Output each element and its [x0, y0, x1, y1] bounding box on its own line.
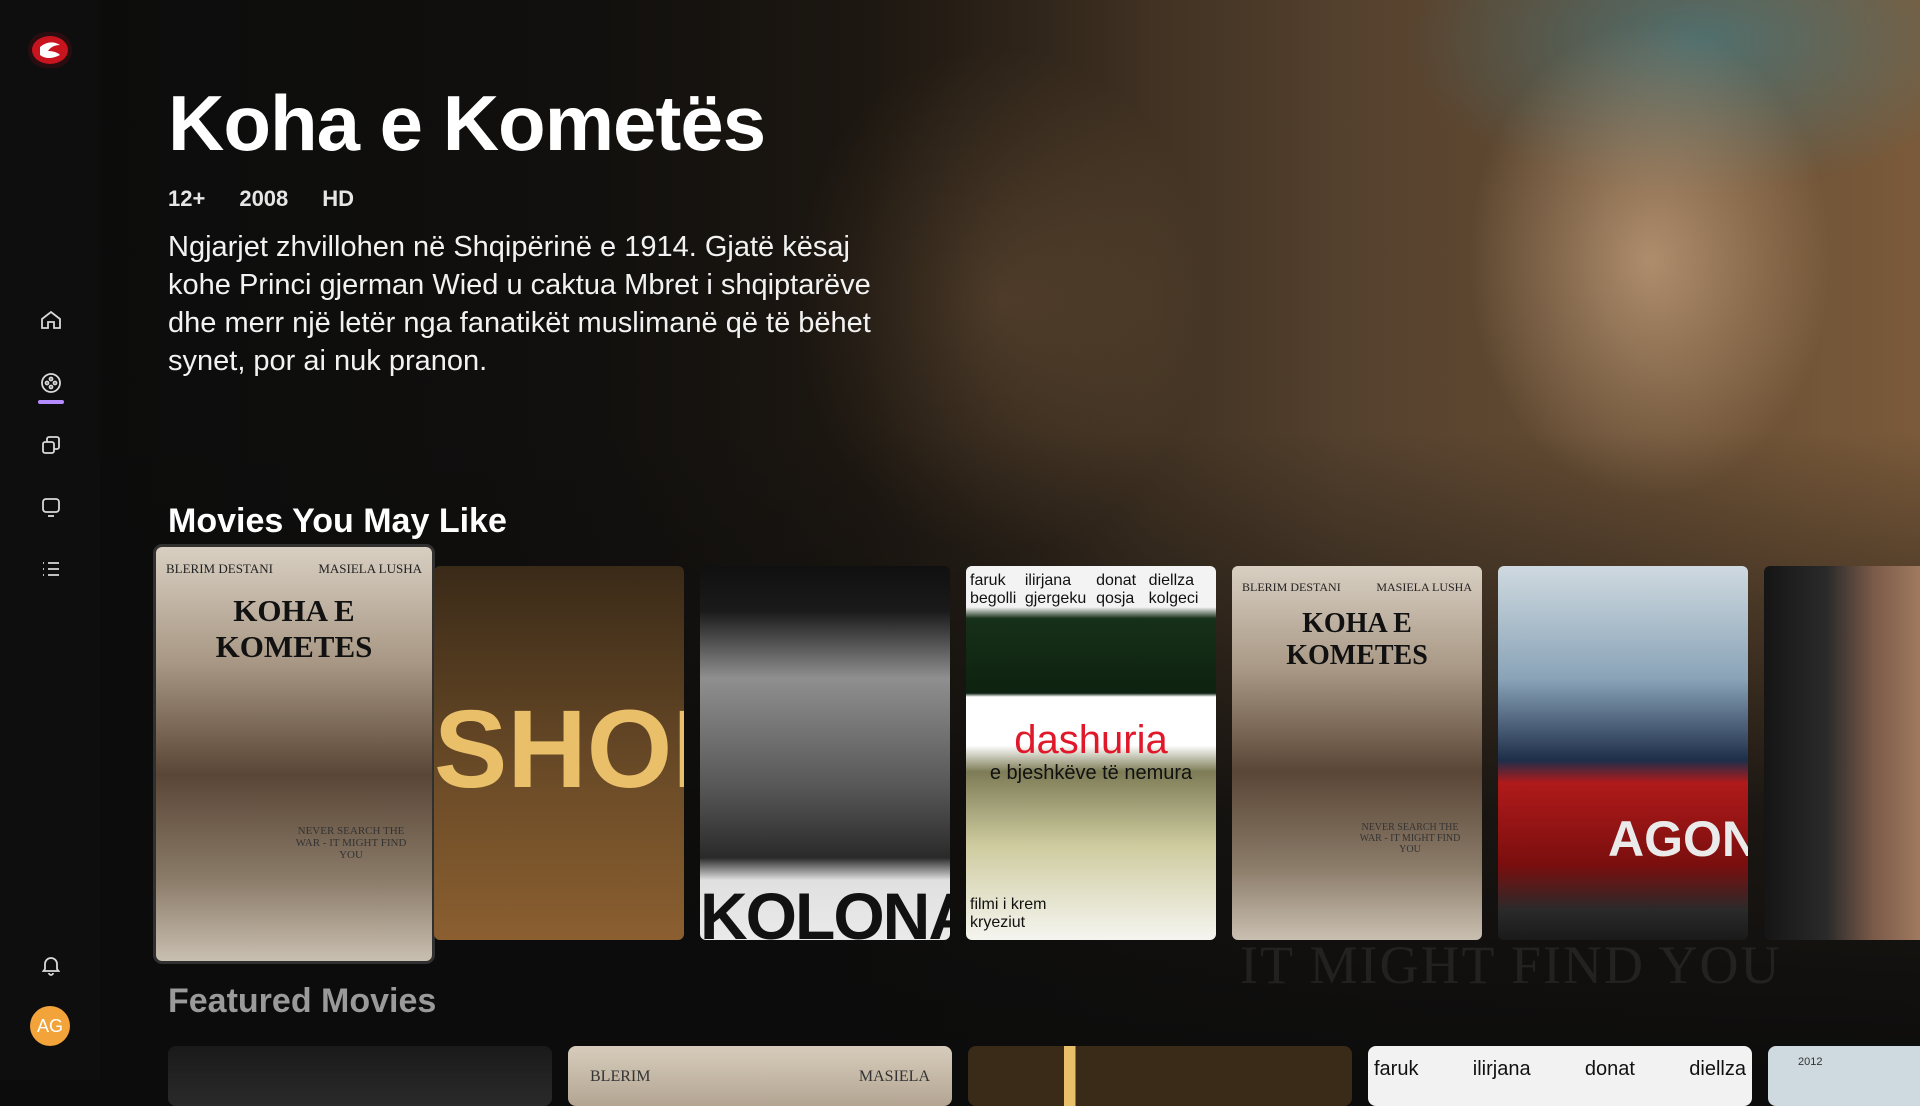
featured-poster-card[interactable] [168, 1046, 552, 1106]
movies-icon [41, 373, 61, 393]
poster-title: KOLONA [700, 879, 950, 940]
poster-credit: BLERIM DESTANI [166, 561, 273, 576]
poster-card[interactable]: AGON [1498, 566, 1748, 940]
poster-credit: MASIELA LUSHA [318, 561, 422, 576]
poster-title: KOHA E KOMETES [1286, 608, 1428, 671]
release-year: 2008 [239, 186, 289, 211]
notifications-button[interactable] [36, 950, 66, 980]
poster-card[interactable]: KOLONA [700, 566, 950, 940]
home-icon [41, 310, 61, 329]
poster-credit: MASIELA [858, 1068, 930, 1085]
user-avatar[interactable]: AG [30, 1006, 70, 1046]
sidebar-item-list[interactable] [36, 554, 66, 584]
sidebar: AG [0, 0, 100, 1080]
active-nav-indicator [38, 400, 64, 404]
poster-card[interactable]: BLERIM DESTANI MASIELA LUSHA KOHA E KOME… [156, 547, 432, 961]
poster-credit: MASIELA LUSHA [1376, 580, 1472, 594]
bell-icon [41, 957, 61, 976]
row-title-featured-movies: Featured Movies [168, 982, 437, 1020]
poster-credit: donat qosja [1096, 572, 1137, 607]
featured-poster-card[interactable]: faruk ilirjana donat diellza [1368, 1046, 1752, 1106]
list-icon [43, 562, 59, 576]
poster-title: KOHA E KOMETES [215, 593, 373, 664]
poster-tagline: NEVER SEARCH THE WAR - IT MIGHT FIND YOU [1359, 822, 1461, 855]
series-icon [42, 436, 60, 454]
logo-icon [32, 36, 68, 64]
app-logo[interactable] [28, 32, 72, 68]
poster-card[interactable]: BLERIM DESTANI MASIELA LUSHA KOHA E KOME… [1232, 566, 1482, 940]
poster-credit: faruk [1374, 1058, 1419, 1080]
quality-badge: HD [322, 186, 355, 211]
featured-poster-card[interactable] [968, 1046, 1352, 1106]
poster-title: SHOK [434, 688, 684, 811]
sidebar-item-home[interactable] [36, 305, 66, 335]
row-title-movies-you-may-like: Movies You May Like [168, 502, 507, 540]
poster-card[interactable]: SHOK [434, 566, 684, 940]
poster-credit: diellza kolgeci [1148, 572, 1199, 607]
poster-title: dashuria [1014, 718, 1168, 762]
poster-card[interactable]: faruk begolli ilirjana gjergeku donat qo… [966, 566, 1216, 940]
sidebar-item-movies[interactable] [36, 368, 66, 398]
featured-poster-card[interactable]: BLERIM MASIELA [568, 1046, 952, 1106]
poster-year: 2012 [1798, 1056, 1823, 1068]
poster-credit: ilirjana [1472, 1058, 1531, 1080]
poster-credit: diellza [1689, 1058, 1746, 1080]
tv-icon [42, 498, 60, 517]
poster-subtitle: e bjeshkëve të nemura [989, 762, 1193, 784]
hero-meta: 12+ 2008 HD [168, 186, 354, 212]
poster-credit: BLERIM [590, 1068, 651, 1085]
poster-credit: faruk begolli [970, 572, 1017, 607]
poster-credit: ilirjana gjergeku [1024, 572, 1087, 607]
poster-footer: filmi i krem kryeziut [970, 896, 1047, 931]
sidebar-item-series[interactable] [36, 430, 66, 460]
age-rating: 12+ [168, 186, 206, 211]
poster-title: AGON [1608, 811, 1748, 867]
poster-card[interactable] [1764, 566, 1920, 940]
featured-poster-card[interactable]: 2012 [1768, 1046, 1920, 1106]
backdrop-watermark-text: IT MIGHT FIND YOU [1240, 935, 1782, 995]
hero-description: Ngjarjet zhvillohen në Shqipërinë e 1914… [168, 231, 871, 377]
poster-tagline: NEVER SEARCH THE WAR - IT MIGHT FIND YOU [295, 825, 407, 861]
poster-credit: BLERIM DESTANI [1242, 580, 1341, 594]
sidebar-item-tv[interactable] [36, 492, 66, 522]
poster-credit: donat [1584, 1058, 1635, 1080]
hero-title: Koha e Kometës [168, 79, 766, 167]
